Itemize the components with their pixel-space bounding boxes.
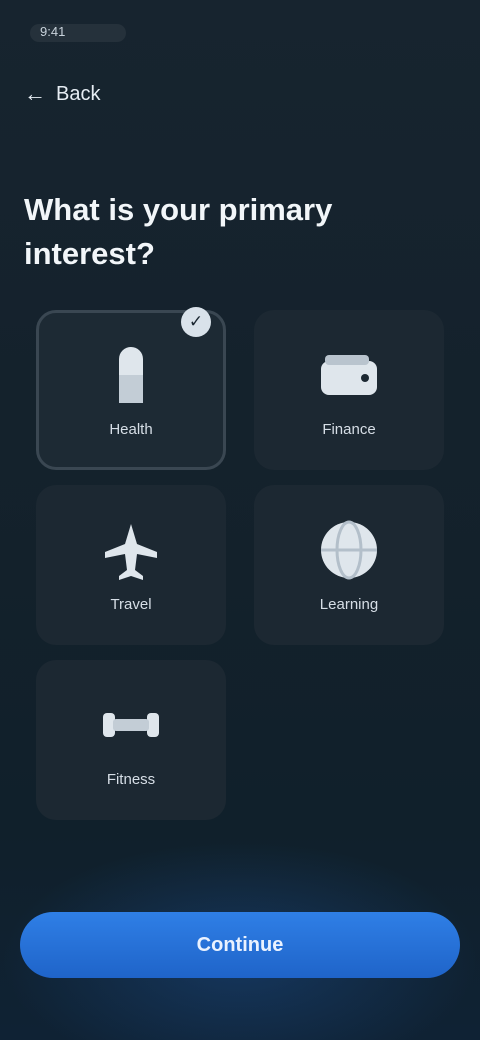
option-tile-finance[interactable]: Finance [254, 310, 444, 470]
option-tile-fitness[interactable]: Fitness [36, 660, 226, 820]
option-label: Travel [110, 595, 152, 613]
page-title: What is your primary interest? [24, 192, 333, 271]
pill-icon [119, 346, 143, 403]
arrow-left-icon: ← [24, 81, 46, 106]
option-tile-health[interactable]: ✓ Health [36, 307, 226, 470]
wallet-icon [321, 354, 377, 395]
back-label: Back [56, 82, 101, 105]
continue-button[interactable]: Continue [20, 912, 460, 978]
option-tile-learning[interactable]: Learning [254, 485, 444, 645]
back-button[interactable]: ← Back [24, 76, 184, 112]
option-label: Finance [322, 420, 376, 438]
option-label: Health [109, 420, 153, 438]
checkmark-icon: ✓ [181, 307, 211, 337]
globe-icon [321, 520, 377, 579]
plane-icon [105, 523, 157, 580]
status-time: 9:41 [40, 24, 66, 39]
option-label: Fitness [106, 770, 156, 788]
dumbbell-icon [103, 712, 159, 737]
option-tile-travel[interactable]: Travel [36, 485, 226, 645]
status-bar: 9:41 [30, 18, 140, 48]
option-label: Learning [319, 595, 379, 613]
